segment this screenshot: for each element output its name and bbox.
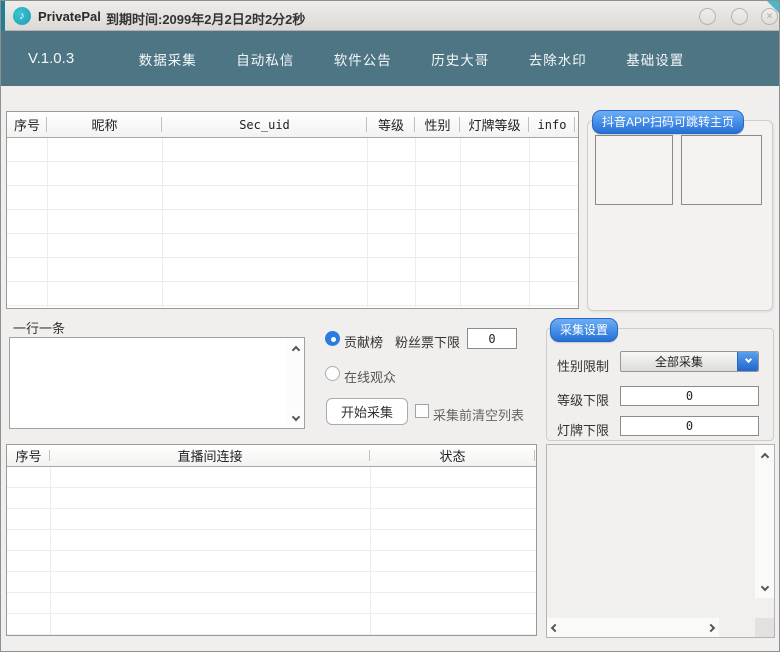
fan-ticket-label: 粉丝票下限	[395, 332, 460, 351]
gender-limit-value: 全部采集	[621, 352, 737, 371]
lines-textarea[interactable]	[9, 337, 305, 429]
qr-panel-title: 抖音APP扫码可跳转主页	[592, 110, 744, 134]
badge-min-label: 灯牌下限	[557, 420, 609, 439]
scroll-left-icon[interactable]	[551, 623, 559, 631]
qr-code-box-1	[595, 135, 673, 205]
radio-online-viewers[interactable]	[325, 366, 340, 381]
expiry-time-text: 到期时间:2099年2月2日2时2分2秒	[106, 9, 305, 28]
col-room-index[interactable]: 序号	[7, 445, 50, 466]
qr-code-box-2	[681, 135, 762, 205]
version-label: V.1.0.3	[28, 50, 74, 67]
level-min-label: 等级下限	[557, 390, 609, 409]
minimize-button[interactable]	[699, 8, 716, 25]
level-min-input[interactable]	[620, 386, 759, 406]
col-room-link[interactable]: 直播间连接	[50, 445, 370, 466]
start-collect-button[interactable]: 开始采集	[326, 398, 408, 425]
col-sec-uid[interactable]: Sec_uid	[162, 112, 367, 137]
badge-min-input[interactable]	[620, 416, 759, 436]
nav-item-settings[interactable]: 基础设置	[626, 49, 684, 69]
col-badge-level[interactable]: 灯牌等级	[460, 112, 529, 137]
nav-item-data-collect[interactable]: 数据采集	[139, 49, 197, 69]
radio-online-label: 在线观众	[344, 367, 396, 386]
user-table-body	[7, 138, 578, 308]
collect-settings-title: 采集设置	[550, 318, 618, 342]
col-info[interactable]: info	[529, 112, 575, 137]
scrollbar-corner	[755, 618, 774, 637]
scroll-down-icon[interactable]	[287, 410, 304, 427]
room-table-body	[7, 467, 536, 635]
scroll-down-icon[interactable]	[755, 580, 774, 597]
lines-label: 一行一条	[13, 318, 65, 337]
result-horizontal-scrollbar[interactable]	[547, 618, 719, 637]
col-nickname[interactable]: 昵称	[47, 112, 162, 137]
nav-item-auto-message[interactable]: 自动私信	[236, 49, 294, 69]
corner-accent	[767, 1, 780, 15]
fan-ticket-input[interactable]	[467, 328, 517, 349]
scroll-up-icon[interactable]	[287, 339, 304, 356]
nav-bar: V.1.0.3 数据采集 自动私信 软件公告 历史大哥 去除水印 基础设置	[1, 31, 780, 86]
app-name: PrivatePal	[38, 9, 101, 24]
room-table: 序号 直播间连接 状态	[6, 444, 537, 636]
col-level[interactable]: 等级	[367, 112, 415, 137]
col-gender[interactable]: 性别	[415, 112, 460, 137]
nav-item-announcement[interactable]: 软件公告	[334, 49, 392, 69]
col-room-status[interactable]: 状态	[370, 445, 535, 466]
col-index[interactable]: 序号	[7, 112, 47, 137]
gender-limit-label: 性别限制	[557, 356, 609, 375]
clear-before-collect-label: 采集前清空列表	[433, 405, 524, 424]
result-vertical-scrollbar[interactable]	[755, 445, 774, 598]
nav-item-history[interactable]: 历史大哥	[431, 49, 489, 69]
gender-limit-select[interactable]: 全部采集	[620, 351, 759, 372]
user-table-header: 序号 昵称 Sec_uid 等级 性别 灯牌等级 info	[7, 112, 578, 138]
nav-item-watermark[interactable]: 去除水印	[529, 49, 587, 69]
title-bar: ♪ PrivatePal 到期时间:2099年2月2日2时2分2秒 ✕	[1, 1, 780, 31]
radio-contribution-list[interactable]	[325, 331, 340, 346]
app-logo-icon: ♪	[13, 7, 31, 25]
room-table-header: 序号 直播间连接 状态	[7, 445, 536, 467]
clear-before-collect-checkbox[interactable]	[415, 404, 429, 418]
result-listbox[interactable]	[546, 444, 775, 638]
user-table: 序号 昵称 Sec_uid 等级 性别 灯牌等级 info	[6, 111, 579, 309]
nav-items: 数据采集 自动私信 软件公告 历史大哥 去除水印 基础设置	[119, 31, 704, 86]
maximize-button[interactable]	[731, 8, 748, 25]
lines-scrollbar[interactable]	[287, 338, 304, 428]
app-window: ♪ PrivatePal 到期时间:2099年2月2日2时2分2秒 ✕ V.1.…	[0, 0, 780, 652]
left-accent-strip	[1, 1, 5, 31]
chevron-down-icon[interactable]	[737, 352, 758, 371]
scroll-up-icon[interactable]	[755, 446, 774, 463]
radio-contribution-label: 贡献榜	[344, 332, 383, 351]
scroll-right-icon[interactable]	[707, 623, 715, 631]
